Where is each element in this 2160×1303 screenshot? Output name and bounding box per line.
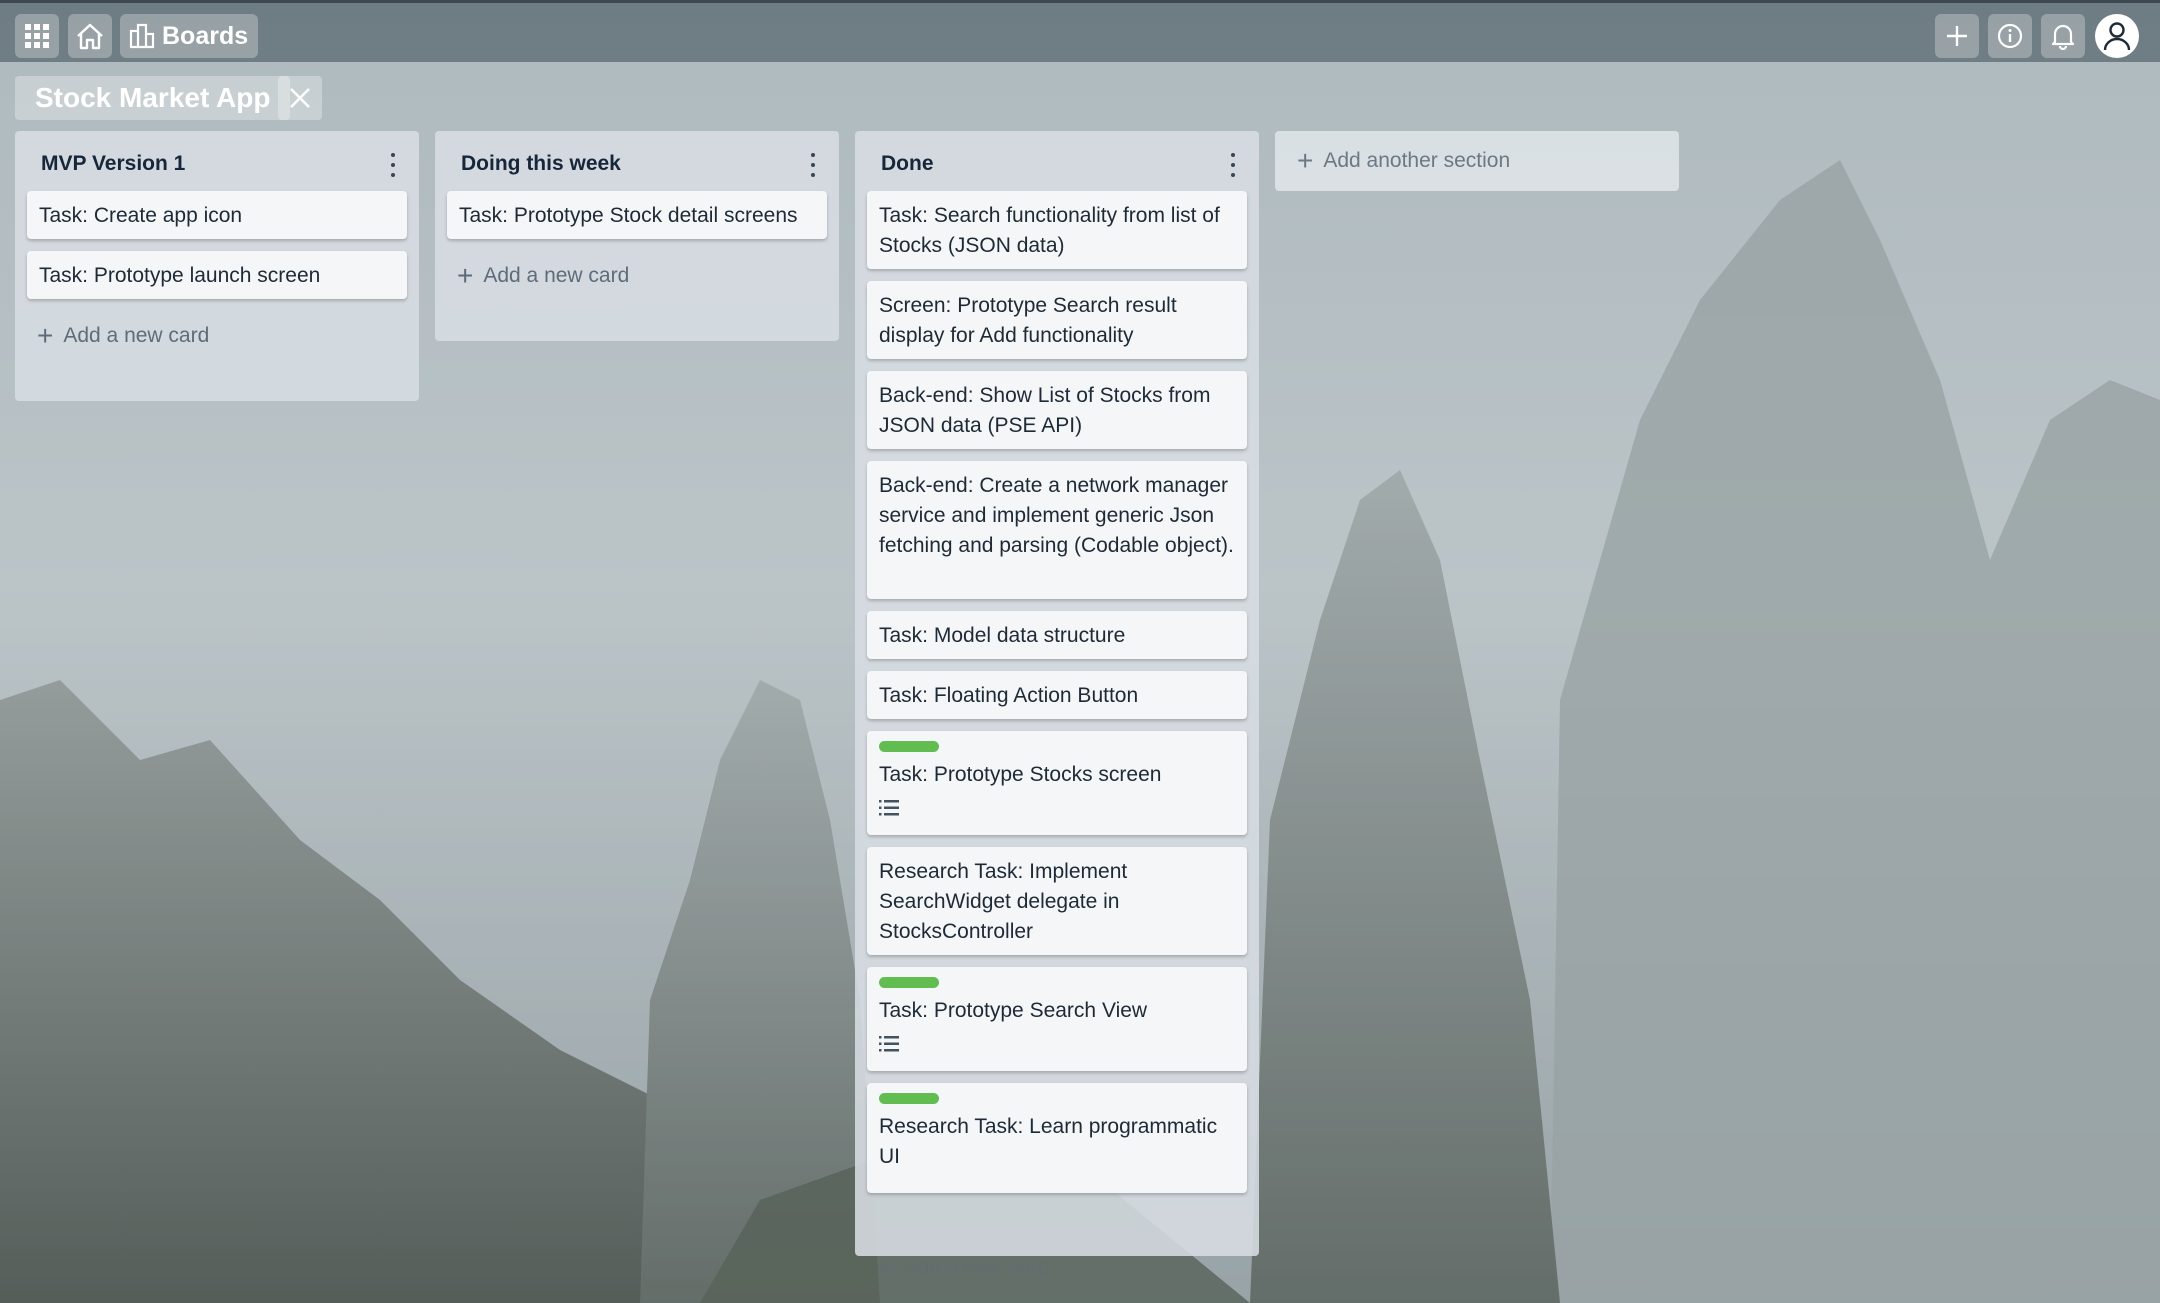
card-title: Task: Prototype Stock detail screens — [459, 204, 798, 227]
list-title: Doing this week — [461, 152, 621, 175]
card-label-green[interactable] — [879, 741, 939, 752]
list-doing-this-week: Doing this week Task: Prototype Stock de… — [435, 131, 839, 341]
more-vertical-icon[interactable] — [1227, 153, 1239, 177]
add-section-label: Add another section — [1323, 149, 1511, 172]
boards-button[interactable]: Boards — [120, 14, 259, 58]
card-badges — [879, 796, 1235, 816]
card[interactable]: Task: Prototype Stocks screen — [867, 731, 1247, 835]
info-icon — [1997, 23, 2023, 49]
add-card-label: Add a new card — [903, 1256, 1050, 1279]
more-vertical-icon[interactable] — [807, 153, 819, 177]
card[interactable]: Task: Prototype Stock detail screens — [447, 191, 827, 239]
card-title: Back-end: Create a network manager servi… — [879, 474, 1234, 557]
list-title: MVP Version 1 — [41, 152, 186, 175]
card[interactable]: Research Task: Learn programmatic UI — [867, 1083, 1247, 1193]
card[interactable]: Task: Create app icon — [27, 191, 407, 239]
add-card-button[interactable]: + Add a new card — [15, 311, 419, 361]
card-label-green[interactable] — [879, 1093, 939, 1104]
card-title: Task: Search functionality from list of … — [879, 204, 1220, 257]
list-header: Doing this week — [435, 131, 839, 197]
create-button[interactable] — [1935, 14, 1979, 58]
plus-icon: + — [37, 320, 54, 351]
card-title: Back-end: Show List of Stocks from JSON … — [879, 384, 1211, 437]
card-title: Screen: Prototype Search result display … — [879, 294, 1177, 347]
done-card-list[interactable]: Task: Search functionality from list of … — [855, 191, 1259, 1233]
plus-icon: + — [1297, 145, 1314, 176]
plus-icon: + — [877, 1252, 894, 1283]
card-title: Task: Floating Action Button — [879, 684, 1139, 707]
card-title: Task: Prototype Stocks screen — [879, 763, 1162, 786]
card[interactable]: Task: Prototype Search View — [867, 967, 1247, 1071]
card-title: Task: Create app icon — [39, 204, 243, 227]
card-title: Task: Prototype launch screen — [39, 264, 321, 287]
description-icon — [879, 1036, 899, 1052]
card-title: Task: Model data structure — [879, 624, 1126, 647]
plus-icon: + — [457, 260, 474, 291]
apps-grid-icon — [25, 24, 49, 48]
card[interactable]: Task: Search functionality from list of … — [867, 191, 1247, 269]
card[interactable]: Task: Prototype launch screen — [27, 251, 407, 299]
top-bar: Boards — [0, 0, 2160, 62]
card[interactable]: Task: Model data structure — [867, 611, 1247, 659]
card[interactable]: Back-end: Show List of Stocks from JSON … — [867, 371, 1247, 449]
bell-icon — [2051, 24, 2075, 50]
card-badges — [879, 1032, 1235, 1052]
card[interactable]: Screen: Prototype Search result display … — [867, 281, 1247, 359]
plus-icon — [1947, 26, 1967, 46]
close-icon — [290, 88, 310, 108]
list-header: MVP Version 1 — [15, 131, 419, 197]
board-title[interactable]: Stock Market App — [15, 76, 291, 120]
description-icon — [879, 800, 899, 816]
boards-label: Boards — [162, 21, 249, 50]
list-header: Done — [855, 131, 1259, 197]
card[interactable]: Task: Floating Action Button — [867, 671, 1247, 719]
add-section-button[interactable]: + Add another section — [1275, 131, 1679, 191]
boards-icon — [129, 23, 155, 49]
home-icon — [77, 23, 103, 50]
notifications-button[interactable] — [2041, 14, 2085, 58]
card-title: Research Task: Implement SearchWidget de… — [879, 860, 1128, 943]
card-title: Research Task: Learn programmatic UI — [879, 1115, 1218, 1168]
home-button[interactable] — [68, 14, 112, 58]
more-vertical-icon[interactable] — [387, 153, 399, 177]
avatar[interactable] — [2095, 14, 2139, 58]
card[interactable]: Back-end: Create a network manager servi… — [867, 461, 1247, 599]
card[interactable]: Research Task: Implement SearchWidget de… — [867, 847, 1247, 955]
card-label-green[interactable] — [879, 977, 939, 988]
add-card-label: Add a new card — [483, 264, 630, 287]
close-board-button[interactable] — [278, 76, 322, 120]
add-card-button[interactable]: + Add a new card — [435, 251, 839, 301]
user-icon — [2103, 22, 2131, 51]
card-title: Task: Prototype Search View — [879, 999, 1148, 1022]
add-card-button[interactable]: + Add a new card — [855, 1233, 1259, 1303]
info-button[interactable] — [1988, 14, 2032, 58]
list-done: Done Task: Search functionality from lis… — [855, 131, 1259, 1282]
list-mvp-version-1: MVP Version 1 Task: Create app icon Task… — [15, 131, 419, 401]
apps-grid-button[interactable] — [15, 14, 59, 58]
add-card-label: Add a new card — [63, 324, 210, 347]
list-title: Done — [881, 152, 934, 175]
